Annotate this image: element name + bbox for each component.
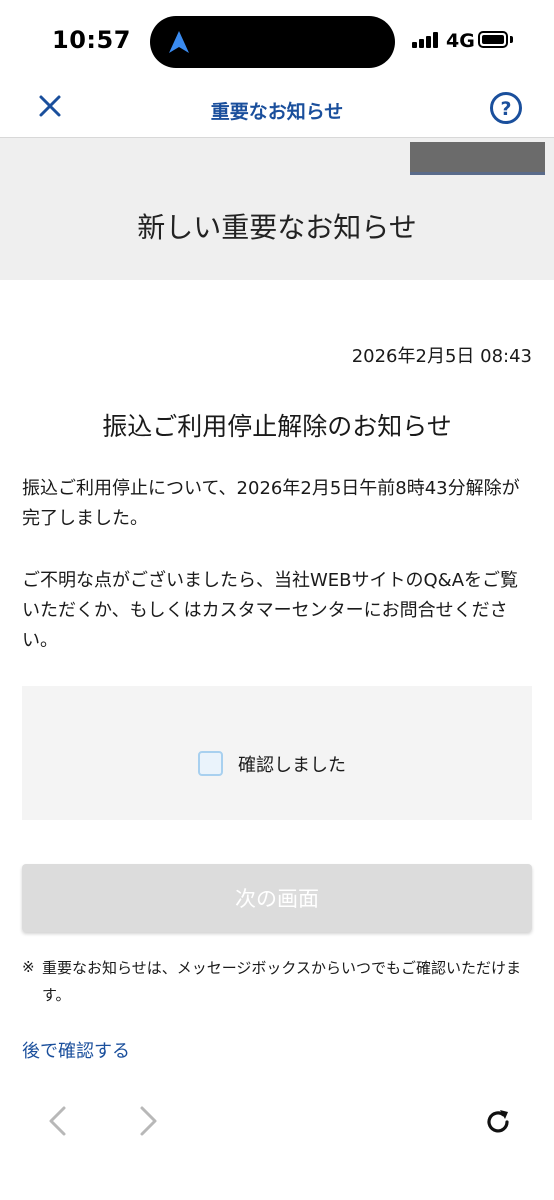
confirm-area[interactable]: 確認しました [22, 686, 532, 820]
help-icon[interactable]: ? [488, 90, 524, 126]
chevron-left-icon[interactable] [44, 1104, 70, 1138]
chevron-right-icon[interactable] [136, 1104, 162, 1138]
status-time: 10:57 [52, 26, 131, 54]
svg-text:?: ? [500, 98, 511, 120]
battery-cap [510, 36, 513, 43]
app-header: 重要なお知らせ ? [0, 80, 554, 138]
notice-paragraph-2: ご不明な点がございましたら、当社WEBサイトのQ&Aをご覧いただくか、もしくはカ… [22, 570, 519, 651]
next-screen-button[interactable]: 次の画面 [22, 864, 532, 932]
banner-title: 新しい重要なお知らせ [137, 211, 417, 244]
dynamic-island [150, 16, 395, 68]
status-bar: 10:57 4G [0, 0, 554, 80]
notice-timestamp: 2026年2月5日 08:43 [351, 346, 532, 367]
page-title: 重要なお知らせ [210, 101, 344, 123]
banner-tab [410, 142, 545, 175]
check-later-link[interactable]: 後で確認する [22, 1037, 130, 1063]
network-type: 4G [446, 30, 475, 52]
battery-icon [478, 31, 508, 48]
confirm-label[interactable]: 確認しました [238, 751, 346, 777]
signal-icon [412, 32, 442, 48]
notice-title: 振込ご利用停止解除のお知らせ [102, 412, 452, 441]
note-mark: ※ [22, 958, 35, 976]
notice-paragraph-1: 振込ご利用停止について、2026年2月5日午前8時43分解除が完了しました。 [22, 478, 520, 529]
location-arrow-icon [169, 31, 189, 53]
confirm-checkbox[interactable] [198, 751, 223, 776]
notice-banner: 新しい重要なお知らせ [0, 138, 554, 280]
note-text: 重要なお知らせは、メッセージボックスからいつでもご確認いただけます。 [42, 959, 521, 1004]
reload-icon[interactable] [482, 1106, 514, 1138]
